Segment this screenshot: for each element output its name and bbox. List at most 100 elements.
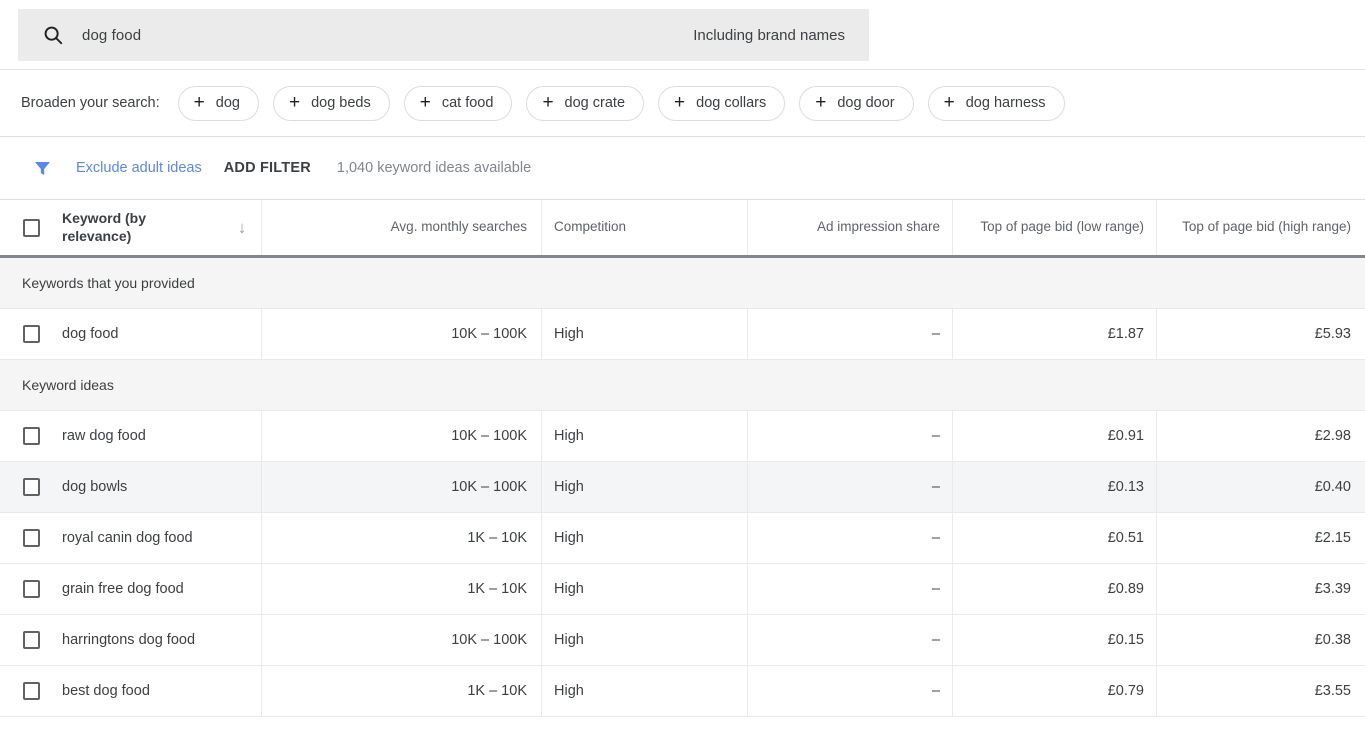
column-header-top-of-page-bid-low[interactable]: Top of page bid (low range)	[953, 200, 1157, 255]
cell-ad-impression-share: –	[748, 309, 953, 359]
broaden-chip[interactable]: +dog harness	[928, 86, 1065, 121]
row-checkbox[interactable]	[23, 580, 40, 598]
keyword-ideas-table: Keyword (by relevance) ↓ Avg. monthly se…	[0, 199, 1365, 717]
row-checkbox[interactable]	[23, 529, 40, 547]
search-icon	[42, 24, 64, 46]
cell-top-of-page-bid-high: £3.55	[1157, 666, 1365, 716]
broaden-chip-label: dog crate	[565, 95, 625, 111]
keyword-text: harringtons dog food	[62, 632, 261, 648]
cell-competition: High	[542, 564, 748, 614]
broaden-chip[interactable]: + cat food	[404, 86, 513, 121]
plus-icon: +	[289, 93, 300, 112]
broaden-chip[interactable]: + dog	[178, 86, 259, 121]
cell-ad-impression-share: –	[748, 666, 953, 716]
row-checkbox-wrap[interactable]	[0, 682, 62, 700]
table-section-header: Keyword ideas	[0, 360, 1365, 411]
cell-avg-monthly-searches: 1K – 10K	[262, 666, 542, 716]
broaden-search-label: Broaden your search:	[21, 95, 160, 111]
cell-top-of-page-bid-high: £3.39	[1157, 564, 1365, 614]
cell-top-of-page-bid-high: £2.15	[1157, 513, 1365, 563]
table-row[interactable]: dog food10K – 100KHigh–£1.87£5.93	[0, 309, 1365, 360]
plus-icon: +	[542, 93, 553, 112]
cell-top-of-page-bid-low: £0.15	[953, 615, 1157, 665]
filter-row: Exclude adult ideas ADD FILTER 1,040 key…	[0, 137, 1365, 199]
select-all-checkbox[interactable]	[23, 219, 40, 237]
row-checkbox-wrap[interactable]	[0, 427, 62, 445]
column-header-ad-impression-share[interactable]: Ad impression share	[748, 200, 953, 255]
table-row[interactable]: raw dog food10K – 100KHigh–£0.91£2.98	[0, 411, 1365, 462]
cell-top-of-page-bid-low: £0.51	[953, 513, 1157, 563]
cell-competition: High	[542, 309, 748, 359]
search-bar-row: dog food Including brand names	[0, 0, 1365, 70]
cell-top-of-page-bid-low: £0.91	[953, 411, 1157, 461]
row-checkbox[interactable]	[23, 478, 40, 496]
table-row[interactable]: best dog food1K – 10KHigh–£0.79£3.55	[0, 666, 1365, 717]
row-checkbox-wrap[interactable]	[0, 580, 62, 598]
plus-icon: +	[420, 93, 431, 112]
search-brand-names-label: Including brand names	[693, 27, 845, 44]
keyword-text: best dog food	[62, 683, 261, 699]
keyword-ideas-available-count: 1,040 keyword ideas available	[337, 160, 531, 176]
cell-keyword: raw dog food	[0, 411, 262, 461]
search-input[interactable]: dog food Including brand names	[18, 9, 869, 61]
broaden-chip-label: dog	[216, 95, 240, 111]
table-section-header: Keywords that you provided	[0, 258, 1365, 309]
row-checkbox-wrap[interactable]	[0, 529, 62, 547]
table-body: Keywords that you provideddog food10K – …	[0, 258, 1365, 717]
cell-avg-monthly-searches: 10K – 100K	[262, 462, 542, 512]
column-header-avg-monthly-searches[interactable]: Avg. monthly searches	[262, 200, 542, 255]
column-header-competition[interactable]: Competition	[542, 200, 748, 255]
row-checkbox-wrap[interactable]	[0, 478, 62, 496]
column-header-top-of-page-bid-high[interactable]: Top of page bid (high range)	[1157, 200, 1365, 255]
broaden-chip[interactable]: + dog crate	[526, 86, 644, 121]
broaden-chip-label: dog harness	[966, 95, 1046, 111]
add-filter-button[interactable]: ADD FILTER	[224, 160, 311, 176]
cell-ad-impression-share: –	[748, 462, 953, 512]
cell-competition: High	[542, 462, 748, 512]
keyword-text: dog bowls	[62, 479, 261, 495]
cell-avg-monthly-searches: 1K – 10K	[262, 513, 542, 563]
broaden-chip[interactable]: + dog beds	[273, 86, 390, 121]
filter-funnel-icon[interactable]	[32, 158, 53, 179]
cell-top-of-page-bid-high: £2.98	[1157, 411, 1365, 461]
cell-top-of-page-bid-low: £1.87	[953, 309, 1157, 359]
cell-competition: High	[542, 411, 748, 461]
broaden-chip-label: dog beds	[311, 95, 371, 111]
plus-icon: +	[194, 93, 205, 112]
row-checkbox-wrap[interactable]	[0, 631, 62, 649]
broaden-chip[interactable]: +dog door	[799, 86, 913, 121]
cell-top-of-page-bid-high: £5.93	[1157, 309, 1365, 359]
row-checkbox-wrap[interactable]	[0, 325, 62, 343]
cell-avg-monthly-searches: 10K – 100K	[262, 411, 542, 461]
broaden-chip[interactable]: +dog collars	[658, 86, 785, 121]
table-row[interactable]: harringtons dog food10K – 100KHigh–£0.15…	[0, 615, 1365, 666]
cell-ad-impression-share: –	[748, 513, 953, 563]
table-row[interactable]: dog bowls10K – 100KHigh–£0.13£0.40	[0, 462, 1365, 513]
keyword-text: grain free dog food	[62, 581, 261, 597]
cell-ad-impression-share: –	[748, 411, 953, 461]
cell-top-of-page-bid-high: £0.38	[1157, 615, 1365, 665]
cell-ad-impression-share: –	[748, 615, 953, 665]
select-all-checkbox-wrap[interactable]	[0, 219, 62, 237]
cell-top-of-page-bid-high: £0.40	[1157, 462, 1365, 512]
row-checkbox[interactable]	[23, 631, 40, 649]
row-checkbox[interactable]	[23, 427, 40, 445]
cell-top-of-page-bid-low: £0.89	[953, 564, 1157, 614]
sort-descending-icon[interactable]: ↓	[223, 217, 261, 238]
keyword-text: raw dog food	[62, 428, 261, 444]
column-header-keyword[interactable]: Keyword (by relevance) ↓	[0, 200, 262, 255]
broaden-chip-label: cat food	[442, 95, 494, 111]
cell-top-of-page-bid-low: £0.79	[953, 666, 1157, 716]
cell-keyword: grain free dog food	[0, 564, 262, 614]
keyword-text: royal canin dog food	[62, 530, 261, 546]
row-checkbox[interactable]	[23, 682, 40, 700]
cell-keyword: best dog food	[0, 666, 262, 716]
search-query-text: dog food	[82, 27, 693, 44]
table-row[interactable]: grain free dog food1K – 10KHigh–£0.89£3.…	[0, 564, 1365, 615]
row-checkbox[interactable]	[23, 325, 40, 343]
broaden-chip-list: + dog + dog beds + cat food + dog crate +dog col…	[178, 86, 1065, 121]
table-row[interactable]: royal canin dog food1K – 10KHigh–£0.51£2…	[0, 513, 1365, 564]
table-header-row: Keyword (by relevance) ↓ Avg. monthly se…	[0, 200, 1365, 258]
exclude-adult-ideas-link[interactable]: Exclude adult ideas	[76, 160, 202, 176]
column-header-keyword-label: Keyword (by relevance)	[62, 210, 223, 245]
